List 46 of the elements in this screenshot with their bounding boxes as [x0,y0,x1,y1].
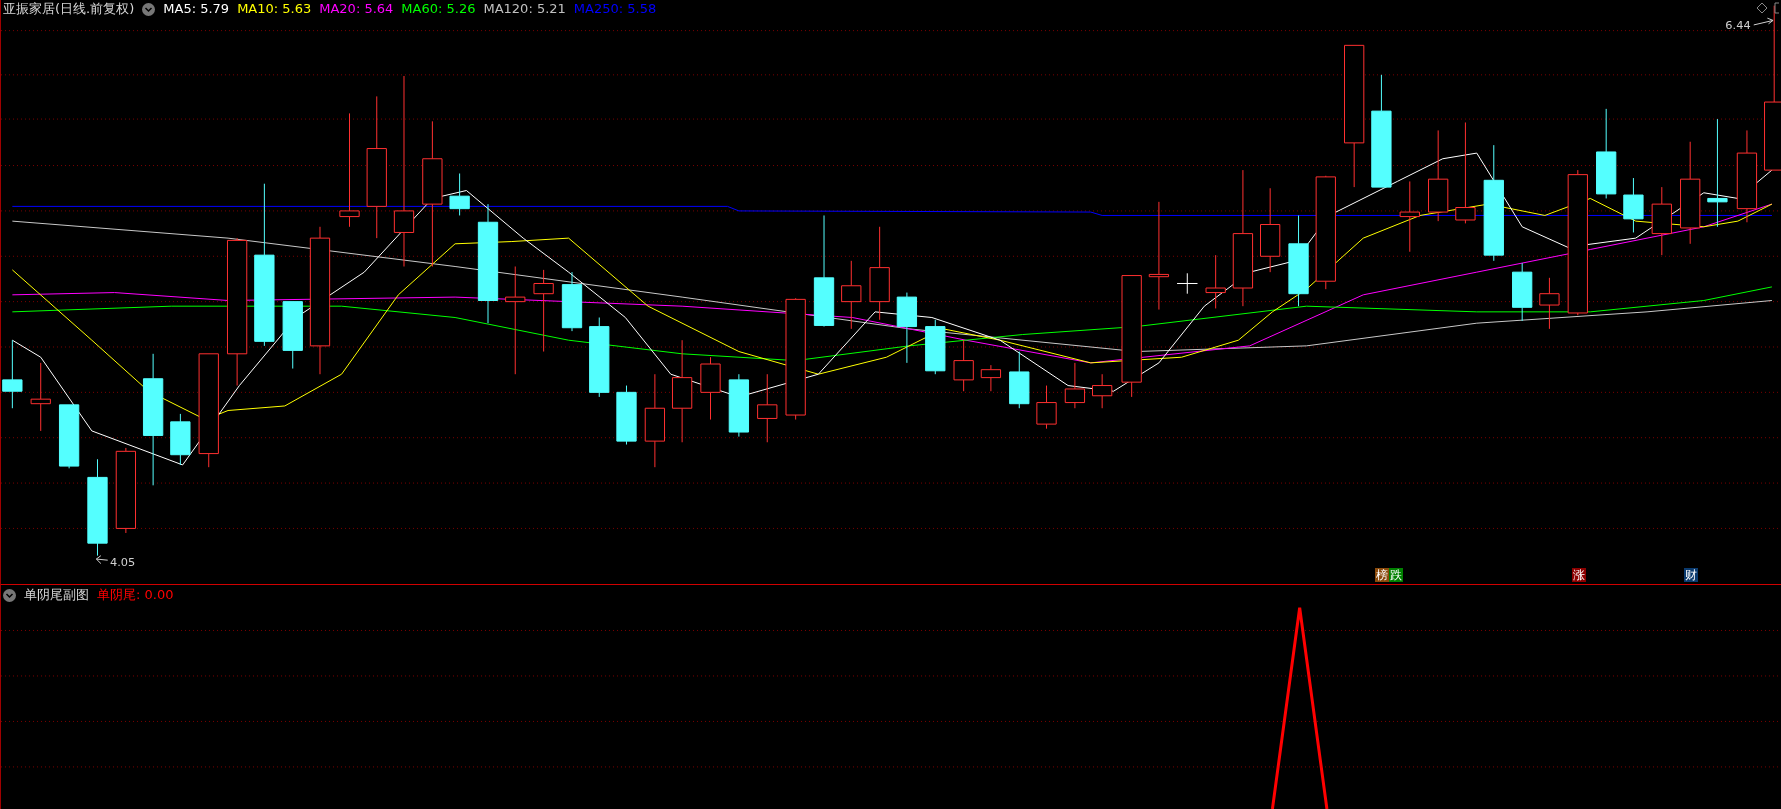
candlestick [449,173,470,216]
candlestick [1651,186,1672,256]
dropdown-toggle-icon[interactable] [142,2,156,16]
candlestick [1539,277,1560,330]
candlestick [282,301,303,370]
candlestick [925,319,946,375]
event-marker: 榜 [1375,568,1389,582]
indicator-value: 单阴尾: 0.00 [97,587,174,603]
diamond-icon[interactable] [1756,2,1768,14]
candlestick [30,362,51,432]
candlestick [980,364,1002,392]
chart-title: 亚振家居(日线.前复权) [3,1,135,17]
event-marker: 涨 [1572,568,1586,582]
candlestick [1092,373,1113,409]
leader-arrow [95,555,109,565]
candlestick [1036,385,1057,430]
chart-title: 单阴尾副图 [24,587,89,603]
candlestick [728,373,750,438]
candlestick [561,271,583,332]
candlestick [700,356,721,421]
candlestick [953,339,974,392]
candlestick [841,260,862,330]
event-marker: 跌 [1389,568,1403,582]
high-price-label: 6.44 [1725,18,1751,33]
candlestick [58,404,80,469]
candlestick [170,413,191,466]
candlestick [2,339,23,409]
candlestick [1623,177,1644,233]
candlestick [896,292,918,364]
dropdown-toggle-icon[interactable] [3,588,16,602]
candlestick [616,385,637,445]
indicator-value: MA10: 5.63 [237,1,312,17]
event-marker: 财 [1684,568,1698,582]
indicator-value: MA5: 5.79 [163,1,230,17]
leader-arrow [1753,17,1774,26]
indicator-value: MA120: 5.21 [483,1,566,17]
candlestick [1064,362,1086,409]
crosshair-icon [1176,272,1198,295]
candlestick [1205,254,1226,309]
candlestick [1009,351,1030,409]
indicator-value: MA20: 5.64 [319,1,394,17]
candlestick [757,373,778,443]
indicator-value: MA60: 5.26 [401,1,476,17]
indicator-value: MA250: 5.58 [573,1,657,17]
candlestick [1512,262,1533,322]
low-price-label: 4.05 [110,554,136,569]
